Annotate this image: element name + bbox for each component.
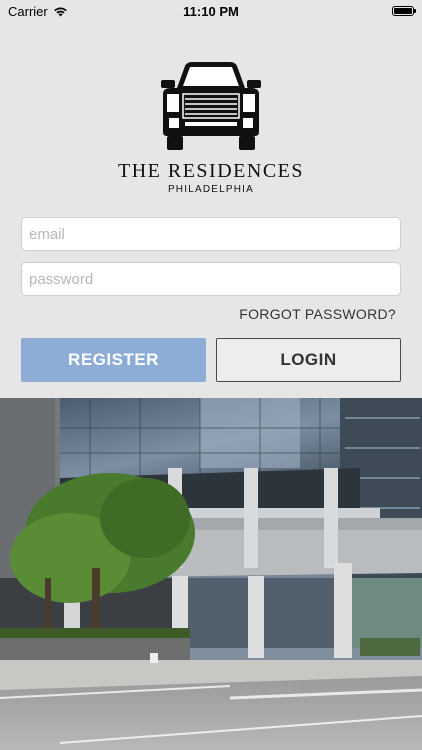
battery-icon <box>392 6 416 16</box>
status-left: Carrier <box>8 4 68 19</box>
carrier-label: Carrier <box>8 3 48 19</box>
login-button[interactable]: LOGIN <box>216 338 401 382</box>
brand-logo: THE RESIDENCES PHILADELPHIA <box>0 60 422 195</box>
forgot-password-link[interactable]: FORGOT PASSWORD? <box>239 306 396 322</box>
register-button[interactable]: REGISTER <box>21 338 206 382</box>
wifi-icon <box>53 7 67 16</box>
brand-name: THE RESIDENCES <box>118 160 304 182</box>
building-photo <box>0 398 422 750</box>
email-field[interactable] <box>21 217 401 251</box>
password-field[interactable] <box>21 262 401 296</box>
brand-city: PHILADELPHIA <box>167 184 255 195</box>
status-bar: Carrier 11:10 PM <box>0 0 422 22</box>
suv-icon <box>161 62 261 150</box>
